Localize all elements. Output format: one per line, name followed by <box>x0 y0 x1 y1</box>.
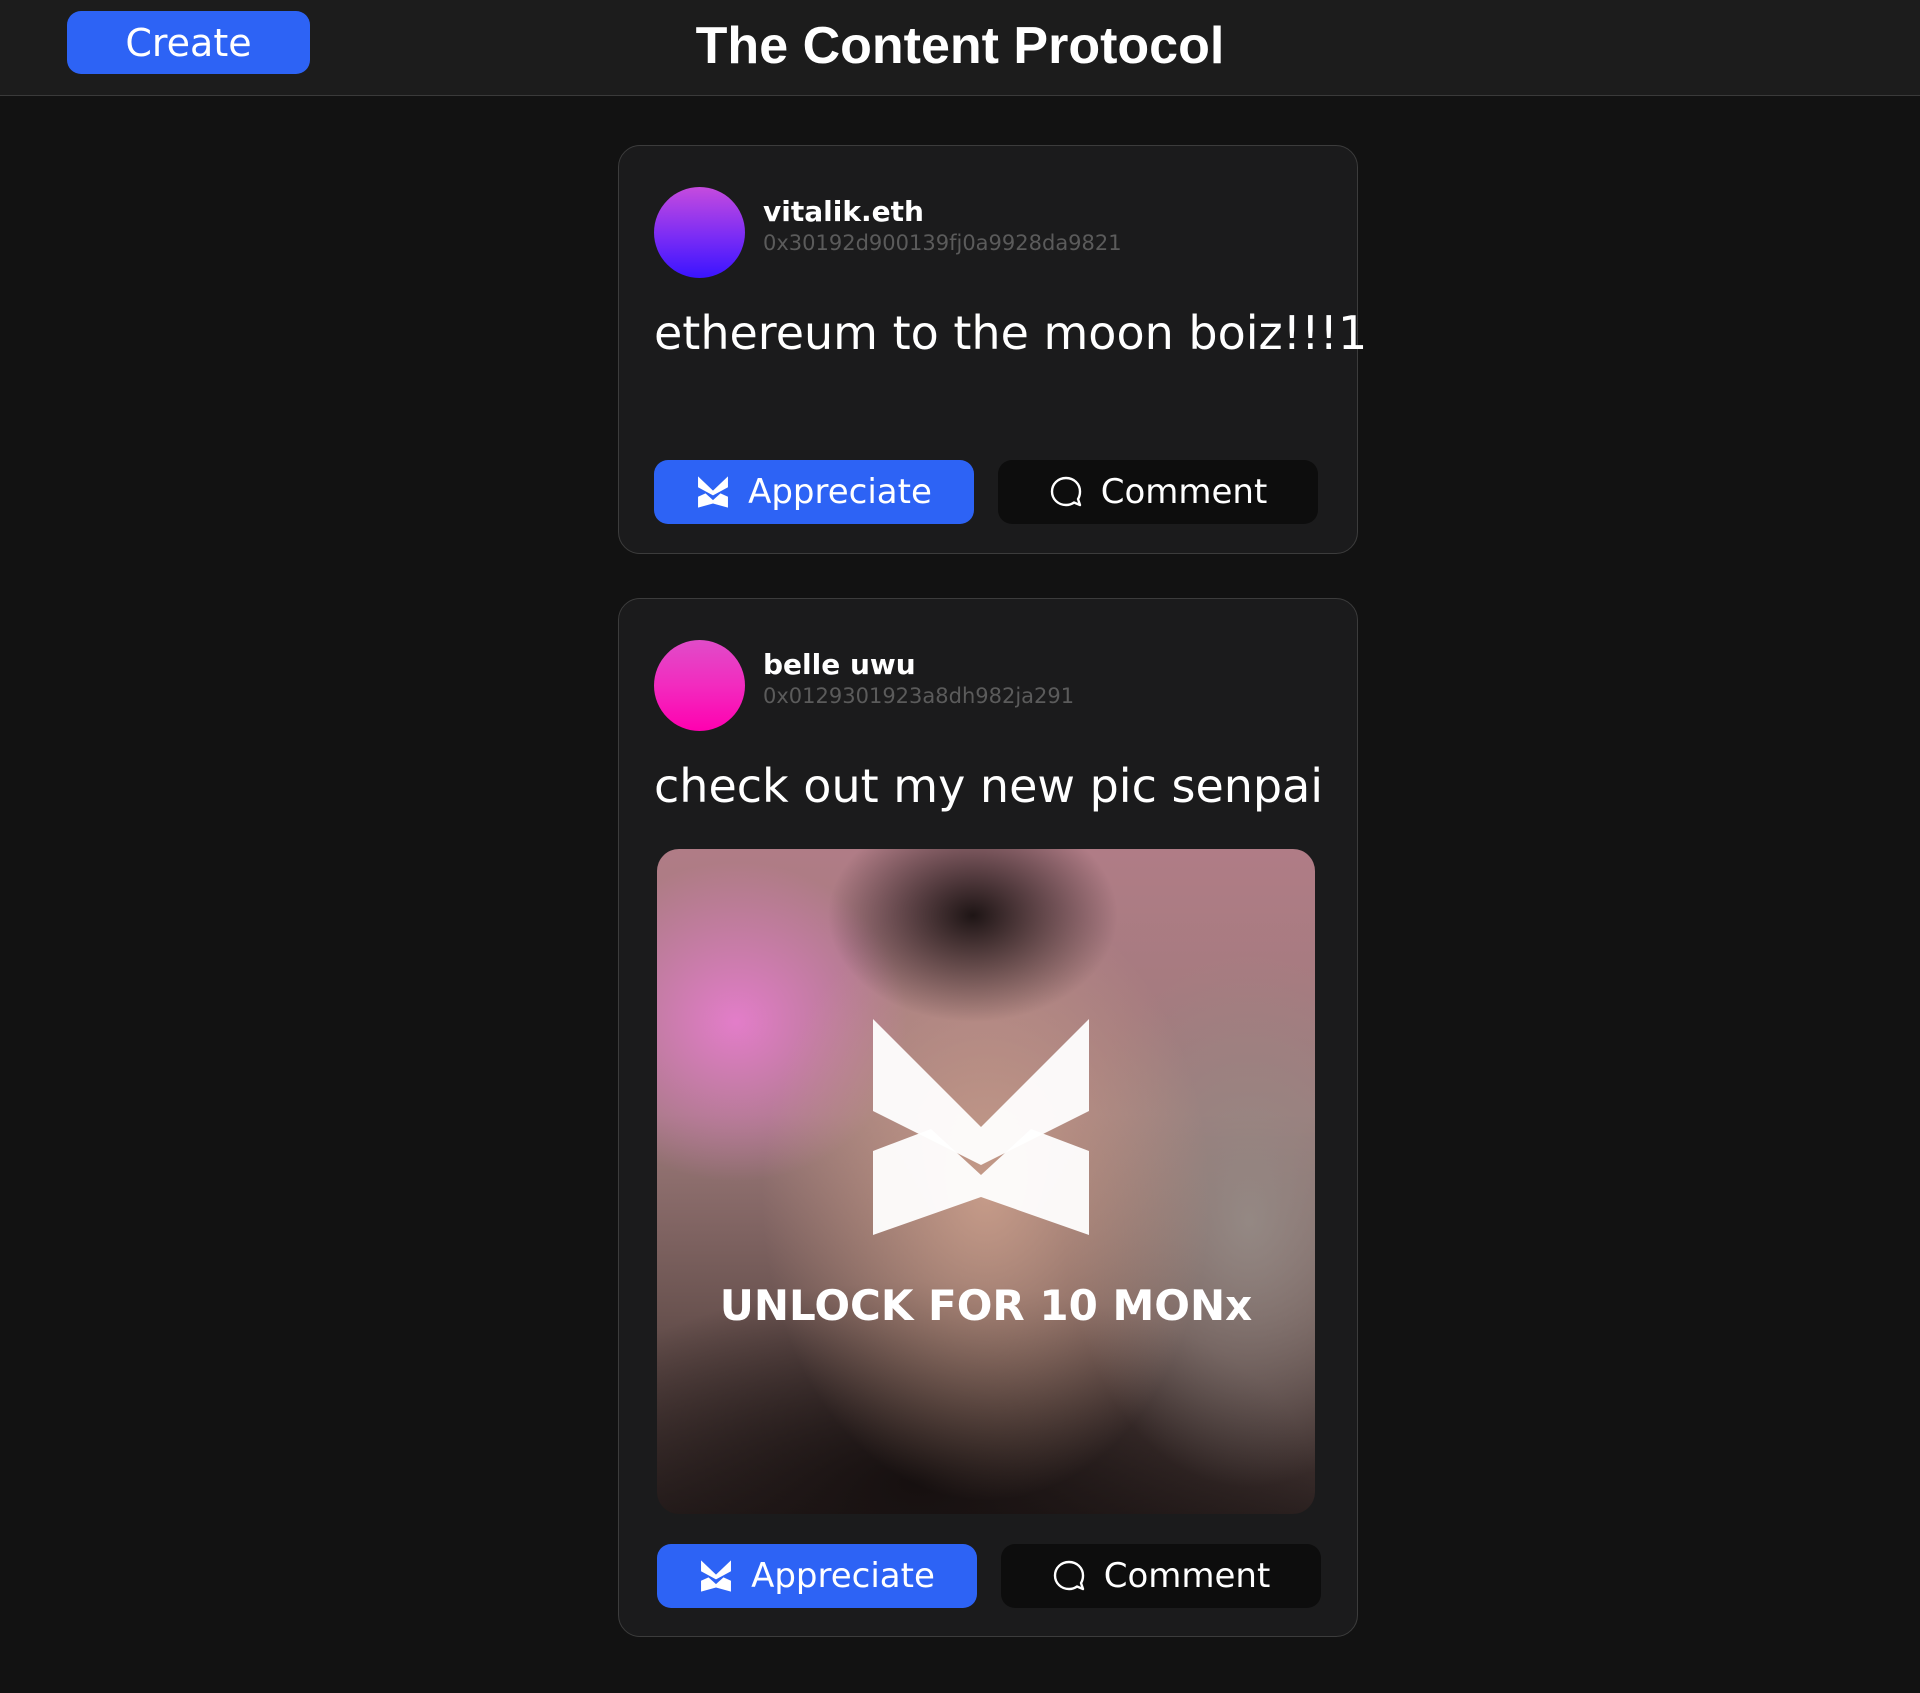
avatar[interactable] <box>654 640 745 731</box>
comment-label: Comment <box>1103 1556 1271 1596</box>
post-text: ethereum to the moon boiz!!!1 <box>654 306 1368 360</box>
post-username[interactable]: belle uwu <box>763 648 916 681</box>
post-text: check out my new pic senpai <box>654 759 1324 813</box>
monx-logo-icon <box>873 1019 1089 1235</box>
unlock-label[interactable]: UNLOCK FOR 10 MONx <box>657 1281 1315 1330</box>
comment-bubble-icon <box>1049 475 1083 509</box>
appreciate-label: Appreciate <box>751 1556 935 1596</box>
comment-bubble-icon <box>1052 1559 1086 1593</box>
post-card: vitalik.eth 0x30192d900139fj0a9928da9821… <box>618 145 1367 554</box>
comment-label: Comment <box>1100 472 1268 512</box>
post-username[interactable]: vitalik.eth <box>763 195 924 228</box>
comment-button[interactable]: Comment <box>1001 1544 1321 1608</box>
avatar[interactable] <box>654 187 745 278</box>
locked-image[interactable]: UNLOCK FOR 10 MONx <box>657 849 1315 1514</box>
post-address: 0x0129301923a8dh982ja291 <box>763 684 1075 708</box>
appreciate-label: Appreciate <box>748 472 932 512</box>
monx-logo-icon <box>699 1559 733 1593</box>
top-bar: Create The Content Protocol <box>0 0 1920 96</box>
app-title: The Content Protocol <box>695 17 1225 75</box>
appreciate-button[interactable]: Appreciate <box>657 1544 977 1608</box>
comment-button[interactable]: Comment <box>998 460 1318 524</box>
appreciate-button[interactable]: Appreciate <box>654 460 974 524</box>
post-card: belle uwu 0x0129301923a8dh982ja291 check… <box>618 598 1358 1637</box>
post-address: 0x30192d900139fj0a9928da9821 <box>763 231 1122 255</box>
monx-logo-icon <box>696 475 730 509</box>
